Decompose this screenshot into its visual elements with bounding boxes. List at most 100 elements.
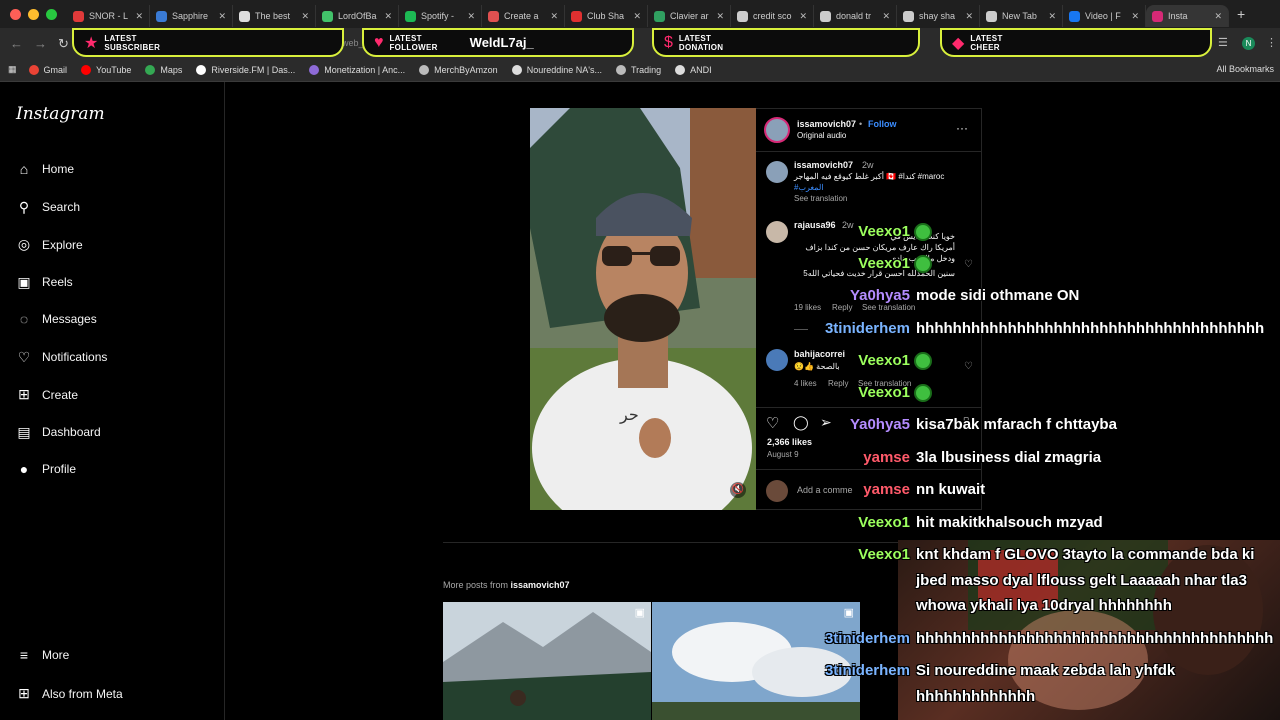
profile-avatar-icon[interactable]: N — [1242, 37, 1255, 50]
browser-tab[interactable]: Sapphire ✕ — [150, 5, 233, 27]
maximize-window-button[interactable] — [46, 8, 57, 20]
latest-follower-alert: ♥ LATEST FOLLOWER WeldL7aj_ — [362, 28, 634, 57]
browser-tab[interactable]: The best ✕ — [233, 5, 316, 27]
more-post-thumb-1[interactable]: ▣ — [443, 602, 651, 720]
sidebar-item-create[interactable]: ⊞ Create — [16, 386, 78, 403]
tab-close-icon[interactable]: ✕ — [467, 11, 475, 22]
sidebar-item-search[interactable]: ⚲ Search — [16, 199, 80, 216]
browser-tab[interactable]: Video | F ✕ — [1063, 5, 1146, 27]
sidebar-item-messages[interactable]: ◌ Messages — [16, 311, 97, 327]
chat-message: 3tiniderhem Si noureddine maak zebda lah … — [800, 662, 1280, 679]
browser-tab[interactable]: Spotify - ✕ — [399, 5, 482, 27]
tab-close-icon[interactable]: ✕ — [799, 11, 807, 22]
sidebar-item-reels[interactable]: ▣ Reels — [16, 274, 72, 291]
side-panel-icon[interactable]: ☰ — [1218, 36, 1228, 49]
caption-avatar[interactable] — [766, 161, 788, 183]
separator-dot: • — [859, 119, 863, 129]
more-label: More — [42, 648, 70, 662]
tab-close-icon[interactable]: ✕ — [135, 11, 143, 22]
instagram-logo[interactable]: Instagram — [16, 104, 105, 124]
tab-close-icon[interactable]: ✕ — [1048, 11, 1056, 22]
comment1-avatar[interactable] — [766, 221, 788, 243]
browser-tab[interactable]: New Tab ✕ — [980, 5, 1063, 27]
tab-close-icon[interactable]: ✕ — [633, 11, 641, 22]
author-avatar[interactable] — [764, 117, 790, 143]
kebab-menu-icon[interactable]: ⋮ — [1266, 36, 1277, 49]
sidebar-item-home[interactable]: ⌂ Home — [16, 161, 74, 177]
browser-tab[interactable]: credit sco ✕ — [731, 5, 814, 27]
more-button[interactable]: ≡ More — [16, 647, 69, 663]
caption-see-translation[interactable]: See translation — [794, 194, 847, 203]
tab-close-icon[interactable]: ✕ — [716, 11, 724, 22]
more-options-icon[interactable]: ··· — [956, 121, 968, 135]
tab-title: Clavier ar — [670, 11, 709, 21]
bookmark-item[interactable]: Trading — [615, 64, 661, 75]
bookmark-item[interactable]: MerchByAmzon — [419, 64, 498, 75]
bookmark-item[interactable]: Gmail — [28, 64, 67, 75]
minimize-window-button[interactable] — [28, 8, 39, 20]
all-bookmarks[interactable]: All Bookmarks — [1216, 64, 1274, 74]
caption-hashtag[interactable]: #المغرب — [794, 183, 824, 192]
reload-icon[interactable]: ↻ — [58, 36, 69, 52]
comment1-likes[interactable]: 19 likes — [794, 303, 821, 312]
comment2-avatar[interactable] — [766, 349, 788, 371]
forward-arrow-icon[interactable]: → — [34, 36, 47, 51]
tab-close-icon[interactable]: ✕ — [550, 11, 558, 22]
chat-username: Ya0hya5 — [849, 287, 910, 304]
comment1-reply[interactable]: Reply — [832, 303, 852, 312]
bookmark-item[interactable]: ANDI — [675, 64, 712, 75]
caption-username[interactable]: issamovich07 — [794, 160, 853, 170]
sidebar-item-profile[interactable]: ● Profile — [16, 461, 76, 477]
more-posts-username[interactable]: issamovich07 — [511, 580, 570, 590]
bookmark-item[interactable]: Maps — [145, 64, 182, 75]
sidebar-item-dashboard[interactable]: ▤ Dashboard — [16, 424, 100, 441]
chat-username: 3tiniderhem — [824, 630, 910, 647]
bookmark-label: ANDI — [690, 64, 712, 75]
comment1-see-translation[interactable]: See translation — [862, 303, 915, 312]
tab-title: The best — [255, 11, 291, 21]
sidebar-item-notifications[interactable]: ♡ Notifications — [16, 349, 108, 366]
browser-tab[interactable]: donald tr ✕ — [814, 5, 897, 27]
back-arrow-icon[interactable]: ← — [10, 36, 23, 51]
bookmark-item[interactable]: Noureddine NA's... — [511, 64, 602, 75]
bookmark-item[interactable]: Riverside.FM | Das... — [196, 64, 295, 75]
browser-tab[interactable]: Create a ✕ — [482, 5, 565, 27]
url-text[interactable]: web_ — [342, 38, 364, 48]
tab-close-icon[interactable]: ✕ — [384, 11, 392, 22]
chat-message: hhhhhhhhhhhhh — [800, 688, 1280, 705]
bookmark-item[interactable]: YouTube — [81, 64, 131, 75]
likes-count[interactable]: 2,366 likes — [767, 437, 812, 447]
emote-icon — [914, 223, 932, 242]
bookmark-item[interactable]: Monetization | Anc... — [309, 64, 405, 75]
audio-label[interactable]: Original audio — [797, 131, 846, 140]
follow-button[interactable]: Follow — [868, 119, 897, 129]
browser-tab[interactable]: shay sha ✕ — [897, 5, 980, 27]
apps-grid-icon[interactable]: ▦ — [8, 64, 17, 75]
sidebar-item-label: Messages — [42, 312, 97, 326]
browser-tab[interactable]: Insta ✕ — [1146, 5, 1229, 27]
browser-tab[interactable]: SNOR - L ✕ — [67, 5, 150, 27]
browser-tab[interactable]: Clavier ar ✕ — [648, 5, 731, 27]
bookmark-list: Gmail YouTube Maps Riverside.FM | Das... Mon… — [28, 64, 726, 75]
author-username[interactable]: issamovich07 — [797, 119, 856, 129]
tab-close-icon[interactable]: ✕ — [1214, 11, 1222, 22]
close-window-button[interactable] — [10, 8, 21, 20]
tab-close-icon[interactable]: ✕ — [965, 11, 973, 22]
mute-icon[interactable]: 🔇 — [730, 482, 746, 498]
tab-close-icon[interactable]: ✕ — [882, 11, 890, 22]
tab-favicon-icon — [239, 10, 250, 22]
browser-tab[interactable]: LordOfBa ✕ — [316, 5, 399, 27]
bookmark-favicon-icon — [28, 64, 39, 75]
tab-close-icon[interactable]: ✕ — [301, 11, 309, 22]
also-from-meta-button[interactable]: ⊞ Also from Meta — [16, 685, 123, 702]
emote-icon — [914, 352, 932, 371]
like-heart-icon[interactable]: ♡ — [766, 414, 779, 432]
post-video[interactable]: ﺣﺮ 🔇 — [530, 108, 756, 510]
chat-username: Veexo1 — [858, 255, 910, 272]
browser-tab[interactable]: Club Sha ✕ — [565, 5, 648, 27]
new-tab-icon[interactable]: + — [1237, 6, 1245, 22]
divider — [756, 469, 982, 470]
tab-close-icon[interactable]: ✕ — [218, 11, 226, 22]
sidebar-item-explore[interactable]: ◎ Explore — [16, 236, 83, 253]
tab-close-icon[interactable]: ✕ — [1131, 11, 1139, 22]
